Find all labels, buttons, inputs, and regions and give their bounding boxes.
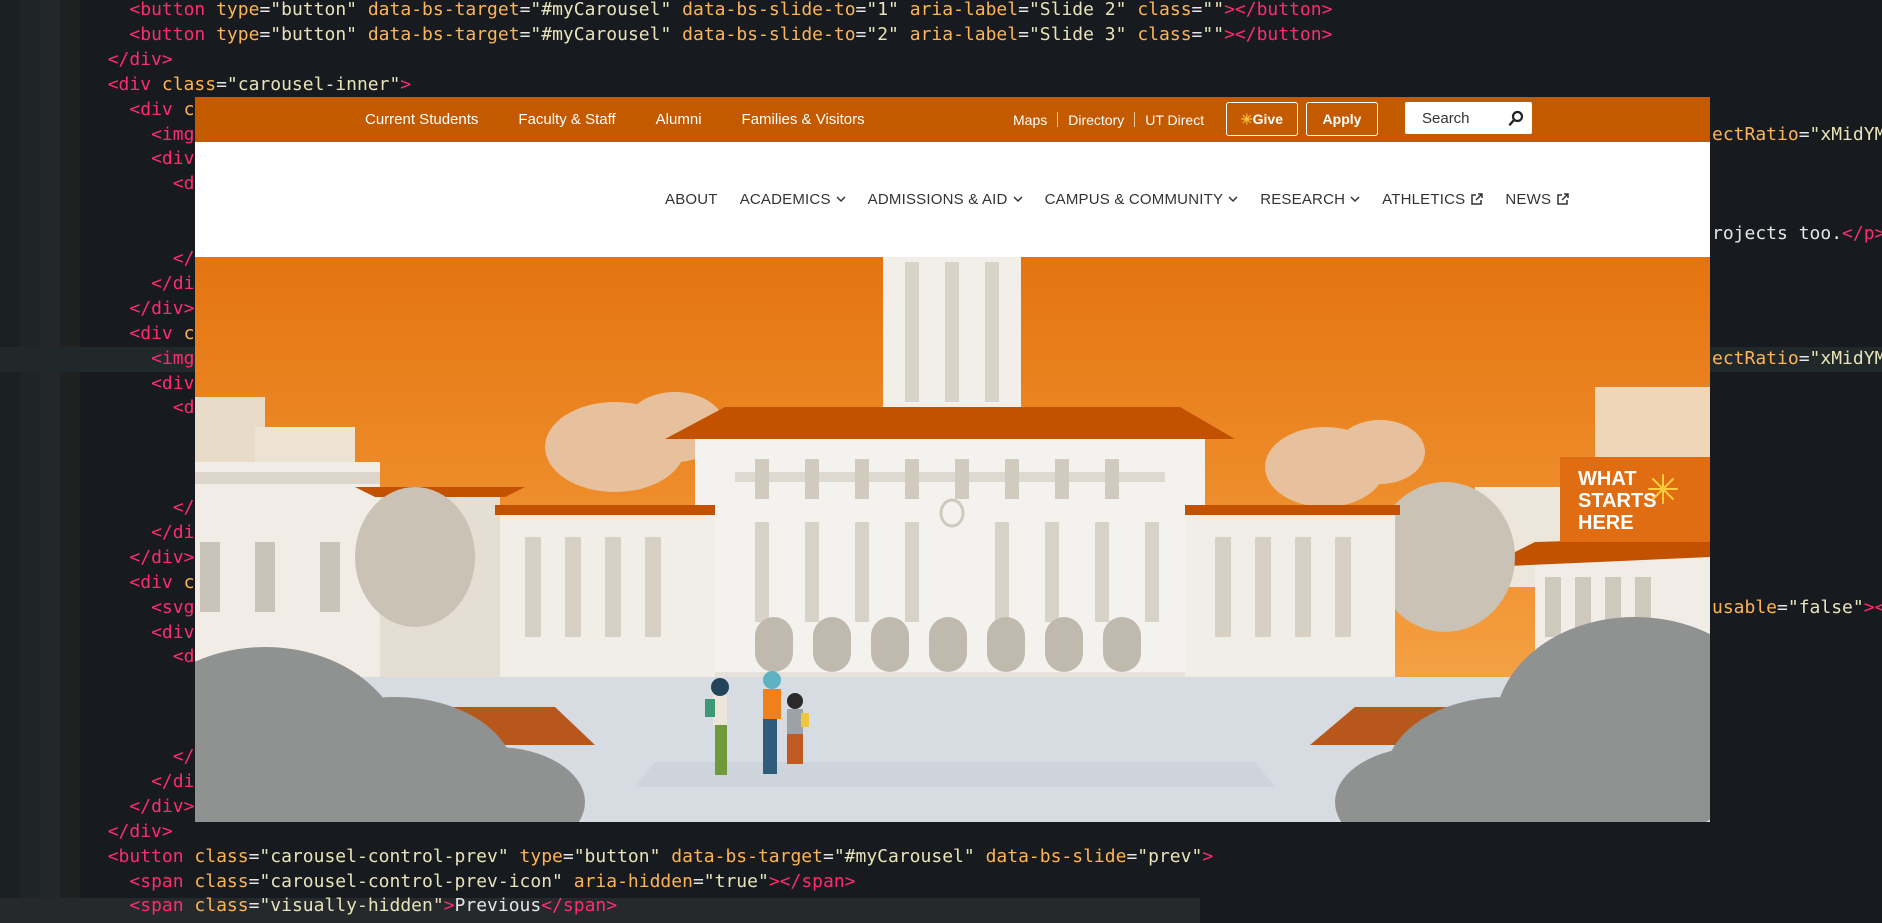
- code-line: <button type="button" data-bs-target="#m…: [129, 23, 1333, 45]
- external-link-icon: [1557, 193, 1569, 205]
- chevron-down-icon: [1013, 196, 1023, 203]
- code-line: </div>: [129, 546, 195, 568]
- code-line: </div>: [129, 795, 195, 817]
- nav-items: ABOUT ACADEMICS ADMISSIONS & AID CAMPUS & C…: [665, 142, 1591, 257]
- nav-item-label: RESEARCH: [1260, 191, 1346, 208]
- code-line: <button type="button" data-bs-target="#m…: [129, 0, 1333, 20]
- burst-icon: [1241, 113, 1253, 125]
- link-alumni[interactable]: Alumni: [656, 111, 702, 128]
- nav-item-label: CAMPUS & COMMUNITY: [1044, 191, 1224, 208]
- badge-line-3: HERE: [1578, 512, 1634, 534]
- code-fragment: ectRatio="xMidYMi: [1712, 123, 1882, 145]
- website-preview: Current Students Faculty & Staff Alumni …: [195, 97, 1710, 822]
- link-directory[interactable]: Directory: [1068, 112, 1124, 128]
- nav-item-academics[interactable]: ACADEMICS: [740, 191, 846, 208]
- link-current-students[interactable]: Current Students: [365, 111, 478, 128]
- nav-item-admissions-aid[interactable]: ADMISSIONS & AID: [868, 191, 1023, 208]
- nav-item-label: ABOUT: [665, 191, 718, 208]
- right-wing: [1185, 505, 1400, 695]
- give-button[interactable]: Give: [1226, 102, 1298, 136]
- chevron-down-icon: [1350, 196, 1360, 203]
- burst-icon: [1648, 474, 1678, 504]
- nav-item-news[interactable]: NEWS: [1505, 191, 1569, 208]
- apply-label: Apply: [1322, 111, 1362, 127]
- code-line: <span class="visually-hidden">Previous</…: [129, 895, 618, 917]
- code-line: <div class="carousel-inner">: [107, 73, 412, 95]
- main-building: [665, 407, 1235, 709]
- external-link-icon: [1471, 193, 1484, 205]
- code-line: </div>: [107, 820, 173, 842]
- link-faculty-staff[interactable]: Faculty & Staff: [518, 111, 615, 128]
- nav-item-athletics[interactable]: ATHLETICS: [1382, 191, 1484, 208]
- code-line: <span class="carousel-control-prev-icon"…: [129, 870, 856, 892]
- left-wing: [495, 505, 715, 695]
- chevron-down-icon: [1228, 196, 1238, 203]
- nav-item-about[interactable]: ABOUT: [665, 191, 718, 208]
- hero-illustration: WHAT STARTS HERE: [195, 257, 1710, 822]
- apply-button[interactable]: Apply: [1306, 102, 1378, 136]
- indent-guides: [0, 0, 80, 923]
- code-line: </div>: [107, 48, 173, 70]
- code-line: </div>: [129, 297, 195, 319]
- link-ut-direct[interactable]: UT Direct: [1145, 112, 1204, 128]
- search-input[interactable]: Search: [1405, 102, 1532, 134]
- main-tower: [883, 257, 1021, 417]
- code-fragment: rojects too.</p>: [1712, 223, 1882, 245]
- search-icon[interactable]: [1508, 110, 1524, 126]
- utility-bar: Current Students Faculty & Staff Alumni …: [195, 97, 1710, 142]
- code-fragment: usable="false"><r: [1712, 596, 1882, 618]
- link-maps[interactable]: Maps: [1013, 112, 1047, 128]
- nav-item-label: ADMISSIONS & AID: [867, 191, 1008, 208]
- main-navigation: ABOUT ACADEMICS ADMISSIONS & AID CAMPUS & C…: [195, 142, 1710, 257]
- audience-links: Current Students Faculty & Staff Alumni …: [365, 97, 865, 142]
- badge-line-1: WHAT: [1578, 468, 1637, 490]
- divider: [1134, 112, 1136, 127]
- search-placeholder: Search: [1422, 109, 1470, 127]
- give-label: Give: [1252, 111, 1283, 127]
- nav-item-campus-community[interactable]: CAMPUS & COMMUNITY: [1045, 191, 1239, 208]
- nav-item-research[interactable]: RESEARCH: [1260, 191, 1360, 208]
- code-fragment: ectRatio="xMidYMi: [1712, 347, 1882, 369]
- chevron-down-icon: [836, 196, 846, 203]
- nav-item-label: ACADEMICS: [739, 191, 831, 208]
- nav-item-label: ATHLETICS: [1382, 191, 1466, 208]
- divider: [1057, 112, 1059, 127]
- nav-item-label: NEWS: [1505, 191, 1552, 208]
- what-starts-here-badge: WHAT STARTS HERE: [1560, 457, 1710, 542]
- utility-links: Maps Directory UT Direct: [1013, 97, 1204, 142]
- badge-line-2: STARTS: [1578, 490, 1657, 512]
- code-line: <button class="carousel-control-prev" ty…: [107, 845, 1214, 867]
- link-families-visitors[interactable]: Families & Visitors: [742, 111, 865, 128]
